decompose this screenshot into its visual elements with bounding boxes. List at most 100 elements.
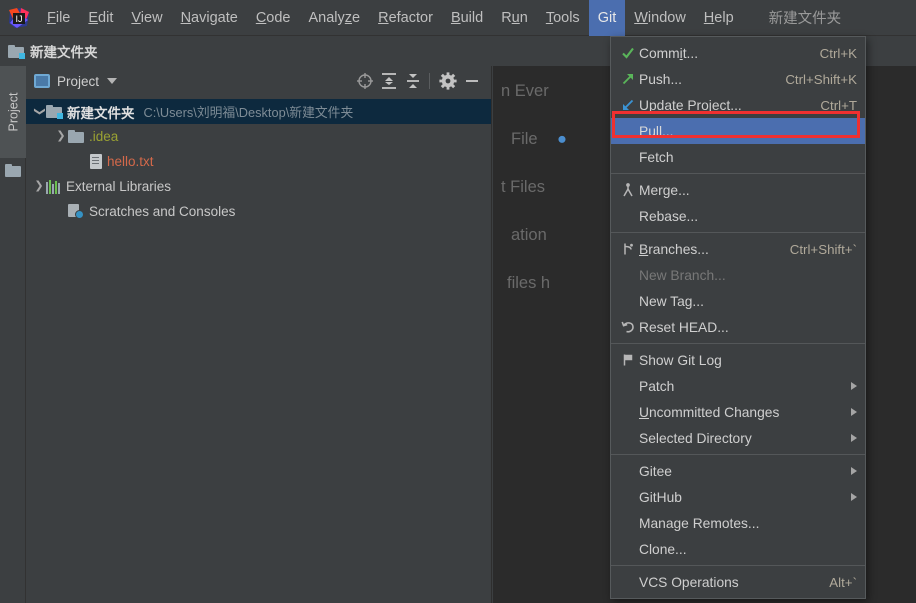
menubar-item-git[interactable]: Git	[588, 0, 626, 36]
menubar-item-navigate[interactable]: Navigate	[172, 0, 247, 36]
git-menu-item-new-tag[interactable]: New Tag...	[611, 288, 865, 314]
submenu-arrow-icon	[851, 382, 857, 390]
merge-icon	[617, 183, 639, 197]
tool-window-tab-project[interactable]: Project	[0, 66, 26, 158]
tree-row[interactable]: Scratches and Consoles	[26, 199, 491, 224]
menu-separator	[611, 232, 865, 233]
git-menu-item-manage-remotes[interactable]: Manage Remotes...	[611, 510, 865, 536]
git-menu-item-shortcut: Ctrl+K	[819, 45, 857, 61]
git-menu-item-fetch[interactable]: Fetch	[611, 144, 865, 170]
commit-check-icon	[617, 46, 639, 60]
chevron-right-icon[interactable]: ❯	[32, 181, 46, 192]
menubar-item-label: Tools	[545, 9, 580, 26]
git-menu-item-show-git-log[interactable]: Show Git Log	[611, 347, 865, 373]
menu-icon-placeholder	[617, 294, 639, 309]
svg-text:IJ: IJ	[15, 14, 22, 24]
chevron-down-icon[interactable]: ❯	[34, 105, 46, 119]
menu-separator	[611, 454, 865, 455]
menubar-item-view[interactable]: View	[122, 0, 171, 36]
git-menu-item-rebase[interactable]: Rebase...	[611, 203, 865, 229]
git-menu-item-label: GitHub	[639, 489, 682, 505]
git-menu-item-label: Reset HEAD...	[639, 319, 729, 335]
git-menu-item-github[interactable]: GitHub	[611, 484, 865, 510]
menubar-item-code[interactable]: Code	[247, 0, 300, 36]
tool-window-title: Project	[57, 73, 100, 89]
collapse-all-icon[interactable]	[402, 70, 424, 92]
menubar-item-label: Window	[634, 9, 686, 26]
menubar-item-file[interactable]: File	[38, 0, 79, 36]
git-menu-item-label: Rebase...	[639, 208, 699, 224]
git-menu-item-branches[interactable]: Branches... Ctrl+Shift+`	[611, 236, 865, 262]
git-menu-item-vcs-operations[interactable]: VCS Operations Alt+`	[611, 569, 865, 595]
git-menu-item-clone[interactable]: Clone...	[611, 536, 865, 562]
settings-gear-icon[interactable]	[437, 70, 459, 92]
tree-row[interactable]: ❯ .idea	[26, 124, 491, 149]
hide-tool-window-icon[interactable]	[461, 70, 483, 92]
tree-row-label: hello.txt	[107, 154, 154, 169]
structure-folder-icon[interactable]	[5, 164, 21, 177]
git-menu-item-update-project[interactable]: Update Project... Ctrl+T	[611, 92, 865, 118]
menubar-item-tools[interactable]: Tools	[537, 0, 589, 36]
project-tool-window-header: Project	[26, 66, 491, 96]
menubar-item-build[interactable]: Build	[442, 0, 492, 36]
git-menu-item-shortcut: Alt+`	[829, 574, 857, 590]
submenu-arrow-icon	[851, 434, 857, 442]
menubar-item-label: Refactor	[378, 9, 433, 26]
chevron-right-icon[interactable]: ❯	[54, 131, 68, 142]
git-menu-item-label: Manage Remotes...	[639, 515, 760, 531]
git-menu-item-gitee[interactable]: Gitee	[611, 458, 865, 484]
git-menu-item-selected-directory[interactable]: Selected Directory	[611, 425, 865, 451]
menubar-item-help[interactable]: Help	[695, 0, 743, 36]
menubar-item-label: Build	[450, 9, 484, 26]
git-menu-item-patch[interactable]: Patch	[611, 373, 865, 399]
menubar-item-label: Help	[703, 9, 734, 26]
tree-row[interactable]: hello.txt	[26, 149, 491, 174]
folder-icon	[8, 44, 25, 59]
menubar-item-label: Analyze	[308, 9, 361, 26]
external-libraries-icon	[46, 179, 61, 194]
project-tree[interactable]: ❯ 新建文件夹 C:\Users\刘明福\Desktop\新建文件夹 ❯ .idea h…	[26, 96, 491, 603]
editor-hint-text: files h	[507, 274, 551, 292]
tree-row[interactable]: ❯ External Libraries	[26, 174, 491, 199]
git-menu-item-label: Clone...	[639, 541, 687, 557]
locate-icon[interactable]	[354, 70, 376, 92]
git-menu-item-label: Uncommitted Changes	[639, 404, 780, 420]
menu-separator	[611, 565, 865, 566]
toolbar-separator	[429, 73, 430, 89]
git-dropdown-menu[interactable]: Commit... Ctrl+K Push... Ctrl+Shift+K Update…	[610, 36, 866, 599]
git-menu-item-label: Update Project...	[639, 97, 742, 113]
git-menu-item-label: Gitee	[639, 463, 672, 479]
chevron-down-icon[interactable]	[107, 78, 118, 84]
menu-icon-placeholder	[617, 124, 639, 139]
git-menu-item-shortcut: Ctrl+Shift+K	[785, 71, 857, 87]
menubar-item-label: Git	[597, 9, 617, 26]
git-menu-item-pull[interactable]: Pull...	[611, 118, 865, 144]
submenu-arrow-icon	[851, 493, 857, 501]
menubar-item-refactor[interactable]: Refactor	[369, 0, 442, 36]
menubar-item-analyze[interactable]: Analyze	[300, 0, 370, 36]
breadcrumb-project-name[interactable]: 新建文件夹	[30, 41, 98, 61]
menubar-item-edit[interactable]: Edit	[79, 0, 122, 36]
git-menu-item-uncommitted-changes[interactable]: Uncommitted Changes	[611, 399, 865, 425]
git-menu-item-label: Commit...	[639, 45, 699, 61]
branch-icon	[617, 242, 639, 256]
git-menu-item-reset-head[interactable]: Reset HEAD...	[611, 314, 865, 340]
menu-separator	[611, 173, 865, 174]
menubar-project-label: 新建文件夹	[768, 11, 842, 27]
git-log-icon	[617, 353, 639, 367]
menubar-item-window[interactable]: Window	[625, 0, 695, 36]
menubar-item-run[interactable]: Run	[492, 0, 537, 36]
tree-row-path: C:\Users\刘明福\Desktop\新建文件夹	[143, 105, 354, 120]
git-menu-item-push[interactable]: Push... Ctrl+Shift+K	[611, 66, 865, 92]
git-menu-item-merge[interactable]: Merge...	[611, 177, 865, 203]
folder-icon	[68, 130, 84, 143]
menu-bar: IJ File Edit View Navigate Code Analyze Refact…	[0, 0, 916, 36]
tree-row[interactable]: ❯ 新建文件夹 C:\Users\刘明福\Desktop\新建文件夹	[26, 99, 491, 124]
expand-all-icon[interactable]	[378, 70, 400, 92]
project-view-icon	[34, 74, 50, 88]
editor-hint-text: t Files	[501, 178, 546, 196]
ide-window: IJ File Edit View Navigate Code Analyze Refact…	[0, 0, 916, 603]
git-menu-item-commit[interactable]: Commit... Ctrl+K	[611, 40, 865, 66]
